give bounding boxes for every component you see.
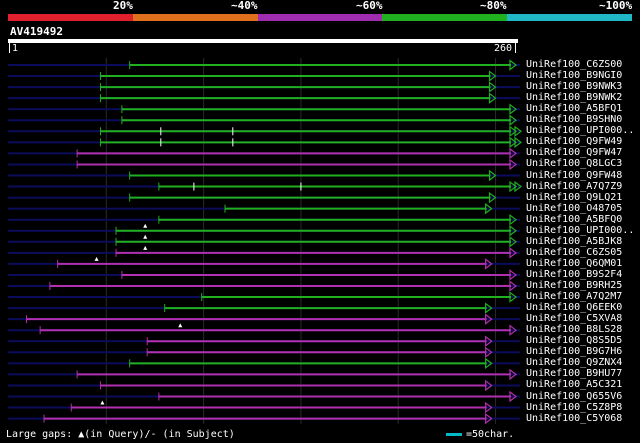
hit-label[interactable]: UniRef100_C6ZS05 — [526, 247, 622, 258]
hit-label[interactable]: UniRef100_Q8LGC3 — [526, 158, 622, 169]
hit-label[interactable]: UniRef100_A7Q2M7 — [526, 291, 622, 302]
hit-label[interactable]: UniRef100_A5BJK8 — [526, 236, 622, 247]
hit-label[interactable]: UniRef100_B9S2F4 — [526, 269, 622, 280]
hit-label[interactable]: UniRef100_Q9FW48 — [526, 170, 622, 181]
hit-label[interactable]: UniRef100_B8LS28 — [526, 324, 622, 335]
hit-label[interactable]: UniRef100_C5Y068 — [526, 413, 622, 424]
gap-legend: Large gaps: ▲(in Query)/- (in Subject) — [6, 429, 235, 440]
hit-label[interactable]: UniRef100_C5XVA8 — [526, 313, 622, 324]
hit-label[interactable]: UniRef100_Q8S5D5 — [526, 335, 622, 346]
scale-bar — [446, 433, 462, 436]
hit-label[interactable]: UniRef100_B9NWK2 — [526, 92, 622, 103]
hit-label[interactable]: UniRef100_Q6EEK0 — [526, 302, 622, 313]
hit-label[interactable]: UniRef100_A7Q7Z9 — [526, 181, 622, 192]
hit-label[interactable]: UniRef100_O48705 — [526, 203, 622, 214]
query-gap-marker — [94, 256, 99, 261]
hit-label[interactable]: UniRef100_B9NWK3 — [526, 81, 622, 92]
hit-label[interactable]: UniRef100_C6ZS00 — [526, 59, 622, 70]
hit-label[interactable]: UniRef100_Q9FW49 — [526, 136, 622, 147]
hit-label[interactable]: UniRef100_Q655V6 — [526, 391, 622, 402]
query-gap-marker — [100, 400, 105, 405]
hit-label[interactable]: UniRef100_UPI000.. — [526, 125, 634, 136]
query-gap-marker — [178, 323, 183, 328]
hit-label[interactable]: UniRef100_Q6QM01 — [526, 258, 622, 269]
hit-label[interactable]: UniRef100_A5BFQ0 — [526, 214, 622, 225]
hit-label[interactable]: UniRef100_Q9LQ21 — [526, 192, 622, 203]
query-gap-marker — [143, 245, 148, 250]
hit-label[interactable]: UniRef100_B9SHN0 — [526, 114, 622, 125]
hit-label[interactable]: UniRef100_B9G7H6 — [526, 346, 622, 357]
hit-label[interactable]: UniRef100_Q9FW47 — [526, 147, 622, 158]
hit-label[interactable]: UniRef100_B9RH25 — [526, 280, 622, 291]
hit-label[interactable]: UniRef100_UPI000.. — [526, 225, 634, 236]
hit-label[interactable]: UniRef100_B9HU77 — [526, 368, 622, 379]
hit-label[interactable]: UniRef100_C5Z8P8 — [526, 402, 622, 413]
hit-label[interactable]: UniRef100_B9NGI0 — [526, 70, 622, 81]
hit-label[interactable]: UniRef100_A5BFQ1 — [526, 103, 622, 114]
query-gap-marker — [143, 223, 148, 228]
scale-text: =50char. — [466, 429, 515, 440]
query-gap-marker — [143, 234, 148, 239]
hit-label[interactable]: UniRef100_A5C321 — [526, 379, 622, 390]
hit-label[interactable]: UniRef100_Q9ZNX4 — [526, 357, 622, 368]
